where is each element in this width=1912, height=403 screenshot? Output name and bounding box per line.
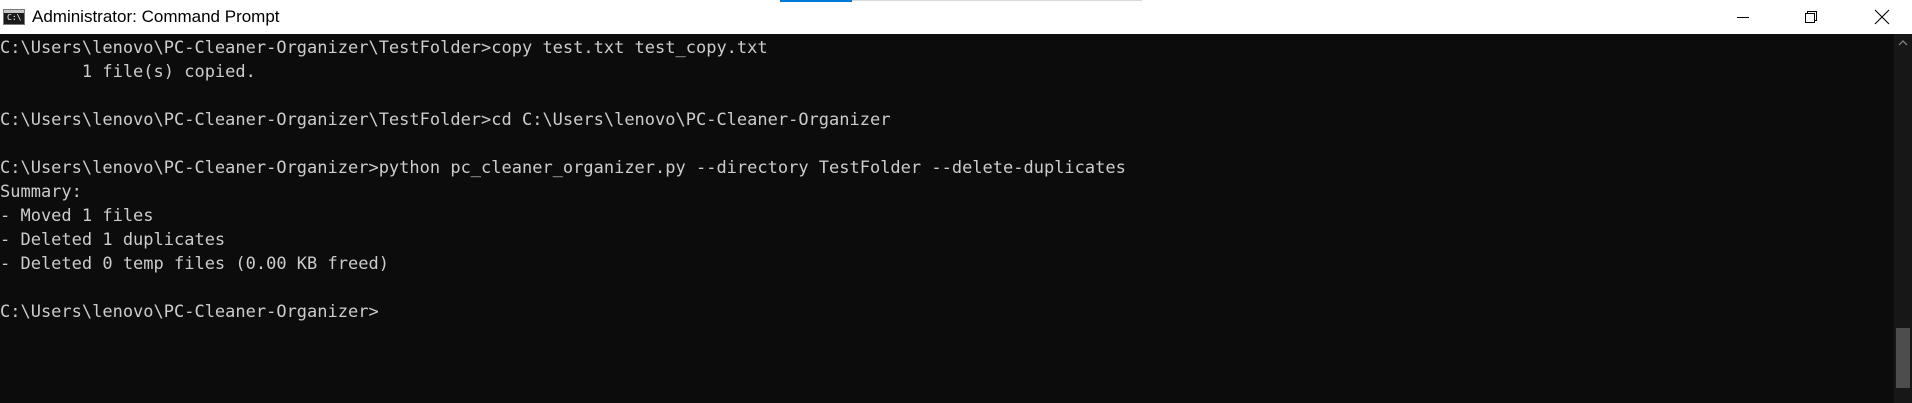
command-prompt-window: C:\ Administrator: Command Prompt C:\Use… [0, 0, 1912, 403]
console-line: C:\Users\lenovo\PC-Cleaner-Organizer>pyt… [0, 158, 1126, 178]
command-prompt-line[interactable]: C:\Users\lenovo\PC-Cleaner-Organizer> [0, 300, 379, 324]
cmd-app-icon[interactable]: C:\ [3, 9, 25, 25]
console-line: - Deleted 0 temp files (0.00 KB freed) [0, 254, 389, 274]
close-button[interactable] [1853, 0, 1911, 34]
scrollbar-thumb[interactable] [1896, 328, 1910, 389]
console-line: C:\Users\lenovo\PC-Cleaner-Organizer\Tes… [0, 110, 891, 130]
console-line: C:\Users\lenovo\PC-Cleaner-Organizer\Tes… [0, 38, 768, 58]
scroll-up-arrow-icon [1898, 40, 1908, 46]
restore-icon [1805, 11, 1817, 23]
vertical-scrollbar[interactable] [1894, 34, 1912, 403]
scroll-up-button[interactable] [1894, 34, 1912, 52]
window-title: Administrator: Command Prompt [32, 7, 280, 26]
title-bar-accent [780, 0, 852, 2]
console-line: - Deleted 1 duplicates [0, 230, 226, 250]
minimize-icon [1737, 17, 1749, 18]
restore-button[interactable] [1782, 0, 1840, 34]
close-icon [1874, 9, 1890, 25]
console-line: 1 file(s) copied. [0, 62, 256, 82]
title-bar[interactable]: C:\ Administrator: Command Prompt [0, 0, 1912, 34]
minimize-button[interactable] [1714, 0, 1772, 34]
cmd-app-icon-glyph: C:\ [7, 13, 22, 22]
console-line: Summary: [0, 182, 82, 202]
console-line: - Moved 1 files [0, 206, 154, 226]
console-output[interactable]: C:\Users\lenovo\PC-Cleaner-Organizer\Tes… [0, 34, 1894, 403]
title-bar-divider [852, 0, 1142, 1]
